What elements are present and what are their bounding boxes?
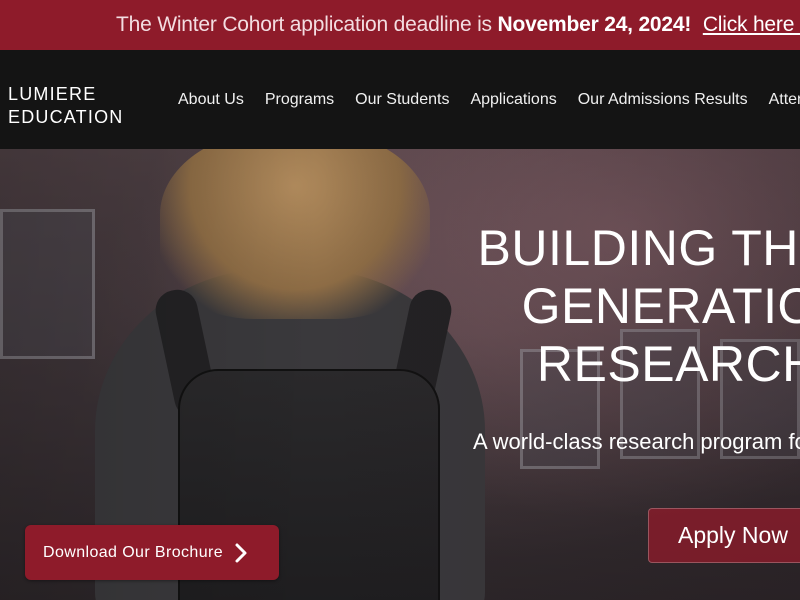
- apply-now-button[interactable]: Apply Now: [648, 508, 800, 563]
- nav-item-admissions-results[interactable]: Our Admissions Results: [578, 91, 748, 109]
- nav-item-about-us[interactable]: About Us: [178, 91, 244, 109]
- nav-item-our-students[interactable]: Our Students: [355, 91, 449, 109]
- nav-menu: About Us Programs Our Students Applicati…: [178, 50, 800, 149]
- top-navigation: LUMIERE EDUCATION About Us Programs Our …: [0, 50, 800, 149]
- nav-item-applications[interactable]: Applications: [470, 91, 556, 109]
- site-logo[interactable]: LUMIERE EDUCATION: [8, 83, 123, 129]
- announcement-banner: The Winter Cohort application deadline i…: [0, 0, 800, 50]
- nav-item-attend[interactable]: Attend: [769, 91, 800, 109]
- headline-line-1: BUILDING THE NEXT: [477, 220, 800, 276]
- hero-subheadline: A world-class research program for high …: [473, 429, 800, 454]
- chevron-right-icon: [233, 542, 249, 564]
- logo-line-1: LUMIERE: [8, 84, 97, 104]
- headline-line-3: RESEARCHERS: [536, 336, 800, 392]
- banner-apply-link[interactable]: Click here to apply: [703, 13, 800, 36]
- logo-line-2: EDUCATION: [8, 107, 124, 127]
- banner-text: The Winter Cohort application deadline i…: [116, 13, 492, 36]
- banner-deadline: November 24, 2024!: [497, 13, 692, 36]
- download-brochure-button[interactable]: Download Our Brochure: [25, 525, 279, 580]
- headline-line-2: GENERATION OF: [521, 278, 800, 334]
- brochure-label: Download Our Brochure: [43, 543, 224, 561]
- hero-headline: BUILDING THE NEXT GENERATION OF RESEARCH…: [470, 219, 800, 393]
- nav-item-programs[interactable]: Programs: [265, 91, 334, 109]
